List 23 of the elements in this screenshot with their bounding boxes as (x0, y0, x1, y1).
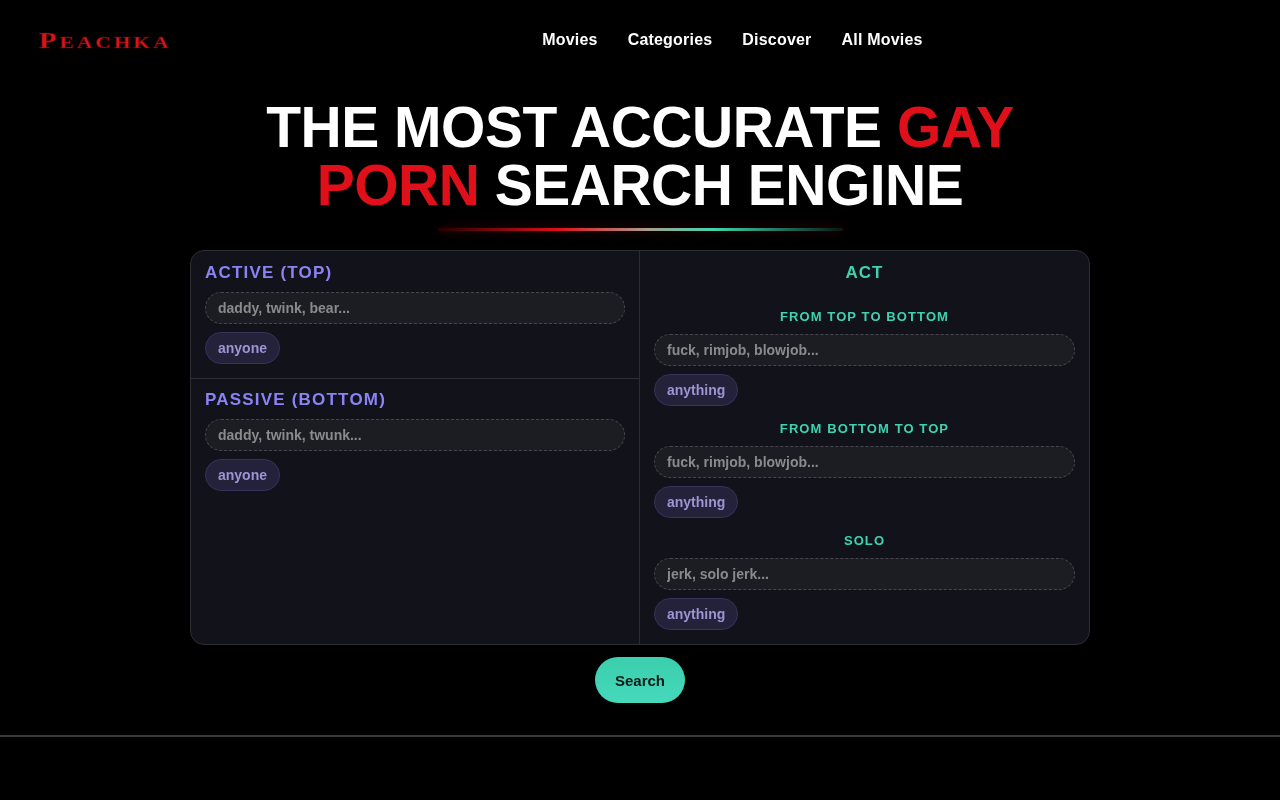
subsection-heading: SOLO (842, 533, 887, 549)
input-field[interactable]: fuck, rimjob, blowjob... (654, 334, 1075, 366)
subsection-heading: FROM BOTTOM TO TOP (778, 421, 951, 437)
nav-link[interactable]: Categories (627, 31, 713, 49)
input-field[interactable]: jerk, solo jerk... (654, 558, 1075, 590)
section-heading: ACT (844, 263, 885, 283)
nav-link[interactable]: All Movies (841, 31, 923, 49)
nav-link[interactable]: Movies (542, 31, 598, 49)
chip[interactable]: anyone (205, 459, 280, 491)
headline: THE MOST ACCURATE GAY PORN SEARCH ENGINE (265, 98, 1015, 214)
input-field[interactable]: daddy, twink, twunk... (205, 419, 625, 451)
chip[interactable]: anything (654, 598, 739, 630)
input-field[interactable]: fuck, rimjob, blowjob... (654, 446, 1075, 478)
chip[interactable]: anything (654, 486, 739, 518)
input-field[interactable]: daddy, twink, bear... (205, 292, 625, 324)
search-button[interactable]: Search (595, 657, 685, 703)
chip[interactable]: anyone (205, 332, 280, 364)
logo[interactable]: PEACHKA (39, 28, 172, 52)
subsection-heading: FROM TOP TO BOTTOM (778, 309, 951, 325)
section-heading: PASSIVE (BOTTOM) (205, 390, 388, 410)
chip[interactable]: anything (654, 374, 739, 406)
section-heading: ACTIVE (TOP) (205, 263, 334, 283)
nav-link[interactable]: Discover (742, 31, 812, 49)
